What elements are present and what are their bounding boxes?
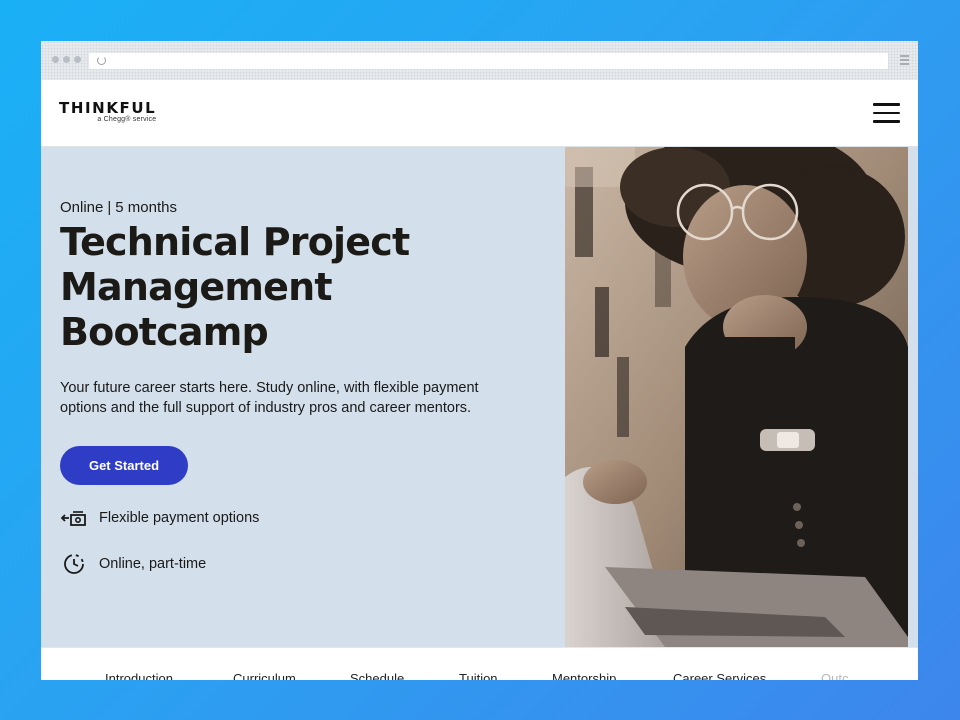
tab-curriculum[interactable]: Curriculum: [233, 671, 296, 680]
page-title: Technical Project Management Bootcamp: [60, 220, 540, 355]
feature-label: Online, part-time: [99, 556, 207, 572]
hero-section: Online | 5 months Technical Project Manage…: [41, 147, 918, 647]
window-dot[interactable]: [74, 56, 81, 63]
format-separator: |: [107, 199, 112, 216]
window-dot[interactable]: [63, 56, 70, 63]
hamburger-menu-icon[interactable]: [873, 103, 900, 123]
tab-career-services[interactable]: Career Services: [673, 671, 766, 680]
feature-item: Online, part-time: [60, 553, 540, 575]
hero-edge: [908, 147, 918, 647]
hero-description: Your future career starts here. Study on…: [60, 380, 479, 416]
tab-introduction[interactable]: Introduction: [105, 671, 173, 680]
clock-icon: [64, 554, 84, 574]
tab-schedule[interactable]: Schedule: [350, 671, 404, 680]
window-controls: [52, 56, 81, 63]
program-format: Online | 5 months: [60, 199, 540, 216]
get-started-button[interactable]: Get Started: [60, 446, 188, 485]
reload-icon[interactable]: [97, 56, 106, 65]
logo-tagline: a Chegg® service: [97, 116, 157, 123]
browser-toolbar: [41, 41, 918, 80]
address-bar[interactable]: [89, 53, 888, 69]
thinkful-logo[interactable]: THINKFUL a Chegg® service: [59, 100, 156, 123]
logo-wordmark: THINKFUL: [59, 99, 157, 117]
hero-text: Online | 5 months Technical Project Manage…: [60, 199, 540, 575]
section-tabs: Introduction Curriculum Schedule Tuition…: [41, 647, 918, 680]
tab-outcomes[interactable]: Outc: [821, 671, 848, 680]
hero-photo-student: [565, 147, 908, 647]
feature-label: Flexible payment options: [99, 510, 260, 526]
browser-menu-icon[interactable]: [900, 55, 909, 67]
browser-window: THINKFUL a Chegg® service Online | 5 month…: [41, 41, 918, 680]
tab-tuition[interactable]: Tuition: [459, 671, 498, 680]
title-line: Management: [60, 265, 333, 309]
title-line: Bootcamp: [60, 310, 269, 354]
tab-mentorship[interactable]: Mentorship: [552, 671, 616, 680]
site-header: THINKFUL a Chegg® service: [41, 80, 918, 147]
format-online: Online: [60, 199, 104, 216]
format-duration: 5 months: [115, 199, 177, 216]
title-line: Technical Project: [60, 220, 410, 264]
student-laptop-illustration: [565, 147, 908, 647]
window-dot[interactable]: [52, 56, 59, 63]
feature-item: Flexible payment options: [60, 507, 540, 529]
payment-icon: [60, 511, 86, 526]
